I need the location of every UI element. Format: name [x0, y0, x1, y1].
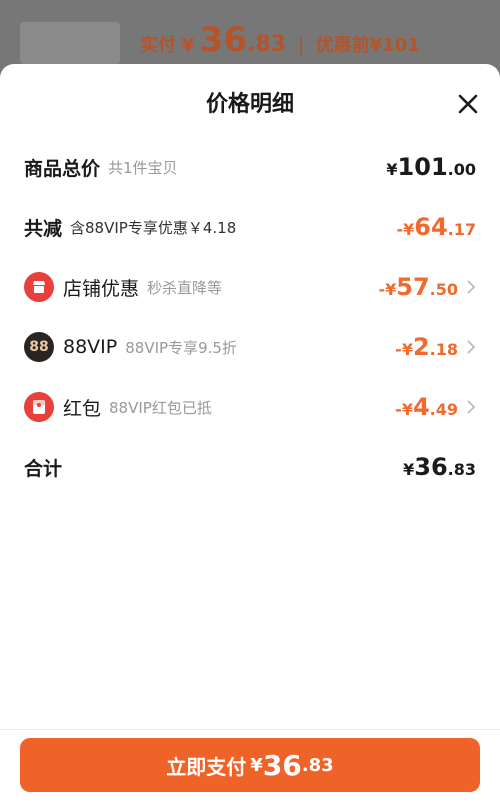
store-currency: -¥ [378, 280, 397, 299]
background-separator: | [297, 35, 305, 56]
row-sum-total: 合计 ¥36.83 [24, 450, 476, 484]
reduction-currency: -¥ [396, 220, 415, 239]
row-88vip-discount[interactable]: 88 88VIP 88VIP专享9.5折 -¥2.18 [24, 330, 476, 364]
sum-amount: ¥36.83 [403, 453, 476, 481]
vip-icon: 88 [24, 332, 54, 362]
vip-currency: -¥ [395, 340, 413, 359]
price-detail-sheet: 价格明细 商品总价 共1件宝贝 ¥101.00 共减 含88VIP专享优惠￥4.… [0, 64, 500, 811]
total-int: 101 [397, 153, 448, 181]
red-packet-int: 4 [412, 393, 430, 421]
chevron-right-icon [467, 280, 476, 294]
background-price-dec: .83 [247, 32, 286, 57]
footer-divider [0, 729, 500, 730]
pay-now-button[interactable]: 立即支付 ¥36.83 [20, 738, 480, 792]
vip-dec: .18 [429, 340, 458, 359]
reduction-sub: 含88VIP专享优惠￥4.18 [70, 218, 237, 237]
pay-now-label: 立即支付 [166, 754, 247, 779]
total-currency: ¥ [386, 160, 398, 179]
reduction-label: 共减 [24, 217, 63, 240]
reduction-int: 64 [414, 213, 448, 241]
total-price-sub: 共1件宝贝 [108, 158, 178, 177]
pay-currency: ¥ [250, 754, 263, 776]
chevron-right-icon [467, 400, 476, 414]
background-price-bar: 实付 ¥ 36.83 | 优惠前¥101 [140, 20, 420, 60]
vip-sub: 88VIP专享9.5折 [125, 338, 237, 357]
vip-label: 88VIP [63, 336, 118, 358]
background-paid-label: 实付 [140, 35, 176, 56]
pay-dec: .83 [301, 754, 334, 776]
close-icon[interactable] [456, 92, 480, 116]
red-packet-currency: -¥ [395, 400, 413, 419]
vip-int: 2 [412, 333, 430, 361]
row-total-price: 商品总价 共1件宝贝 ¥101.00 [24, 150, 476, 184]
total-price-label: 商品总价 [24, 157, 101, 180]
row-total-reduction: 共减 含88VIP专享优惠￥4.18 -¥64.17 [24, 210, 476, 244]
red-packet-label: 红包 [63, 397, 102, 420]
sum-label: 合计 [24, 457, 63, 480]
total-dec: .00 [447, 160, 476, 179]
red-packet-dec: .49 [429, 400, 458, 419]
store-icon [24, 272, 54, 302]
background-original-price: 优惠前¥101 [315, 35, 420, 56]
background-price-int: 36 [199, 20, 248, 60]
row-red-packet[interactable]: 红包 88VIP红包已抵 -¥4.49 [24, 390, 476, 424]
reduction-amount: -¥64.17 [396, 213, 476, 241]
sum-dec: .83 [447, 460, 476, 479]
chevron-right-icon [467, 340, 476, 354]
total-price-amount: ¥101.00 [386, 153, 476, 181]
sum-currency: ¥ [403, 460, 415, 479]
pay-int: 36 [262, 748, 302, 782]
store-int: 57 [396, 273, 430, 301]
store-dec: .50 [429, 280, 458, 299]
product-thumbnail [20, 22, 120, 64]
sum-int: 36 [414, 453, 448, 481]
red-packet-sub: 88VIP红包已抵 [109, 398, 212, 417]
store-discount-label: 店铺优惠 [63, 277, 140, 300]
red-packet-icon [24, 392, 54, 422]
sheet-title: 价格明细 [205, 92, 294, 117]
vip-amount: -¥2.18 [395, 333, 458, 361]
red-packet-amount: -¥4.49 [395, 393, 458, 421]
store-discount-amount: -¥57.50 [378, 273, 458, 301]
store-discount-sub: 秒杀直降等 [147, 278, 223, 297]
row-store-discount[interactable]: 店铺优惠 秒杀直降等 -¥57.50 [24, 270, 476, 304]
background-currency: ¥ [181, 35, 195, 56]
reduction-dec: .17 [447, 220, 476, 239]
